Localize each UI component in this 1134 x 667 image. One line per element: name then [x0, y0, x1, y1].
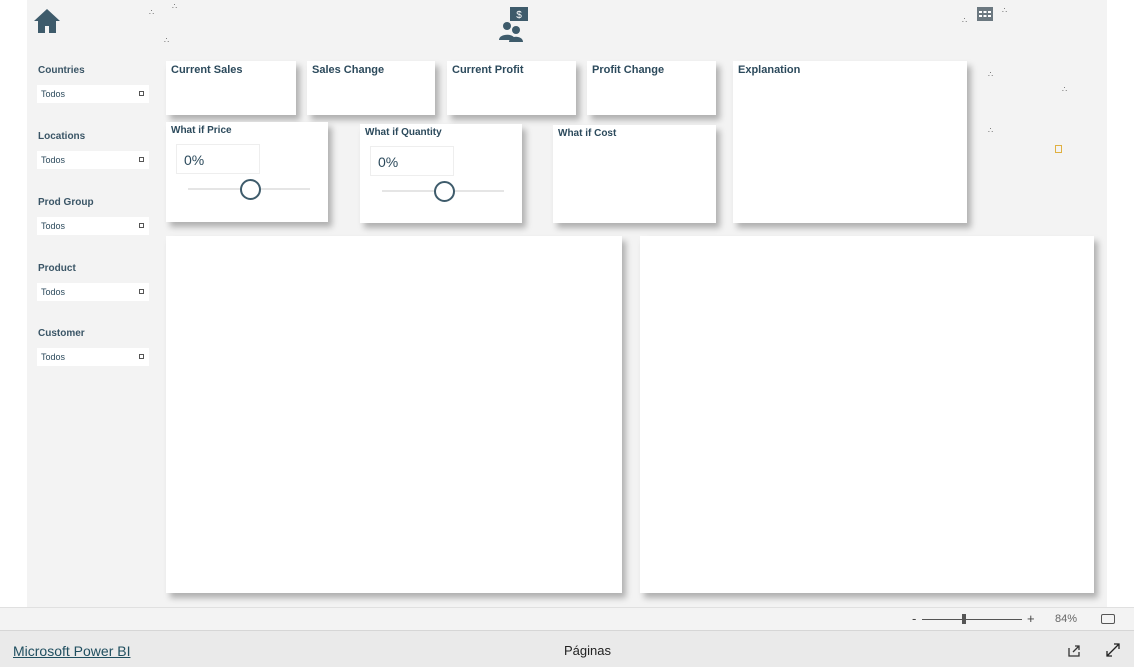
dropdown-toggle-icon [139, 289, 144, 294]
card-title: Current Profit [452, 64, 524, 76]
zoom-in-button[interactable]: + [1027, 611, 1035, 626]
loading-dots-icon: ∴ [1062, 85, 1067, 94]
right-visual [640, 236, 1094, 593]
fullscreen-icon[interactable] [1106, 643, 1120, 657]
what-if-price-card: What if Price 0% [166, 122, 328, 222]
dropdown-toggle-icon [139, 223, 144, 228]
dropdown-value: Todos [41, 287, 66, 297]
card-title: What if Price [171, 125, 232, 136]
prod-group-dropdown[interactable]: Todos [37, 217, 149, 235]
calendar-icon[interactable] [976, 4, 994, 22]
dropdown-value: Todos [41, 221, 66, 231]
slicer-label: Product [38, 263, 76, 274]
explanation-card: Explanation [733, 61, 967, 223]
zoom-bar: - + 84% [0, 607, 1134, 631]
card-title: What if Quantity [365, 127, 442, 138]
dropdown-toggle-icon [139, 354, 144, 359]
dropdown-toggle-icon [139, 157, 144, 162]
profit-change-card: Profit Change [587, 61, 716, 115]
zoom-out-button[interactable]: - [912, 611, 916, 626]
zoom-slider[interactable] [922, 619, 1022, 620]
slicer-label: Customer [38, 328, 85, 339]
locations-dropdown[interactable]: Todos [37, 151, 149, 169]
loading-dots-icon: ∴ [164, 36, 169, 45]
loading-dots-icon: ∴ [988, 126, 993, 135]
dropdown-value: Todos [41, 155, 66, 165]
sales-person-icon[interactable]: $ [497, 6, 531, 42]
dropdown-value: Todos [41, 89, 66, 99]
loading-dots-icon: ∴ [149, 8, 154, 17]
share-icon[interactable] [1067, 643, 1081, 657]
quantity-value-input[interactable]: 0% [370, 146, 454, 176]
current-sales-card: Current Sales [166, 61, 296, 115]
slicer-label: Countries [38, 65, 85, 76]
footer-bar: Microsoft Power BI Páginas [0, 631, 1134, 667]
what-if-quantity-card: What if Quantity 0% [360, 124, 522, 223]
dropdown-toggle-icon [139, 91, 144, 96]
product-dropdown[interactable]: Todos [37, 283, 149, 301]
slicer-label: Prod Group [38, 197, 94, 208]
loading-dots-icon: ∴ [962, 16, 967, 25]
what-if-cost-card: What if Cost [553, 125, 716, 223]
slicer-label: Locations [38, 131, 86, 142]
dropdown-value: Todos [41, 352, 66, 362]
current-profit-card: Current Profit [447, 61, 576, 115]
loading-dots-icon: ∴ [1002, 6, 1007, 15]
home-icon[interactable] [33, 8, 61, 34]
customer-dropdown[interactable]: Todos [37, 348, 149, 366]
card-title: Profit Change [592, 64, 665, 76]
card-title: Current Sales [171, 64, 243, 76]
card-title: Sales Change [312, 64, 385, 76]
price-slider-handle[interactable] [240, 179, 261, 200]
loading-dots-icon: ∴ [988, 70, 993, 79]
price-value-input[interactable]: 0% [176, 144, 260, 174]
card-title: Explanation [738, 64, 801, 76]
zoom-level: 84% [1055, 613, 1078, 625]
quantity-slider-handle[interactable] [434, 181, 455, 202]
countries-dropdown[interactable]: Todos [37, 85, 149, 103]
card-title: What if Cost [558, 128, 617, 139]
pages-button[interactable]: Páginas [564, 643, 611, 658]
svg-text:$: $ [516, 10, 522, 21]
power-bi-link[interactable]: Microsoft Power BI [13, 643, 130, 659]
zoom-slider-handle[interactable] [962, 614, 966, 624]
fit-to-page-icon[interactable] [1101, 614, 1115, 624]
bookmark-icon[interactable] [1055, 145, 1062, 153]
left-visual [166, 236, 622, 593]
sales-change-card: Sales Change [307, 61, 435, 115]
loading-dots-icon: ∴ [172, 2, 177, 11]
